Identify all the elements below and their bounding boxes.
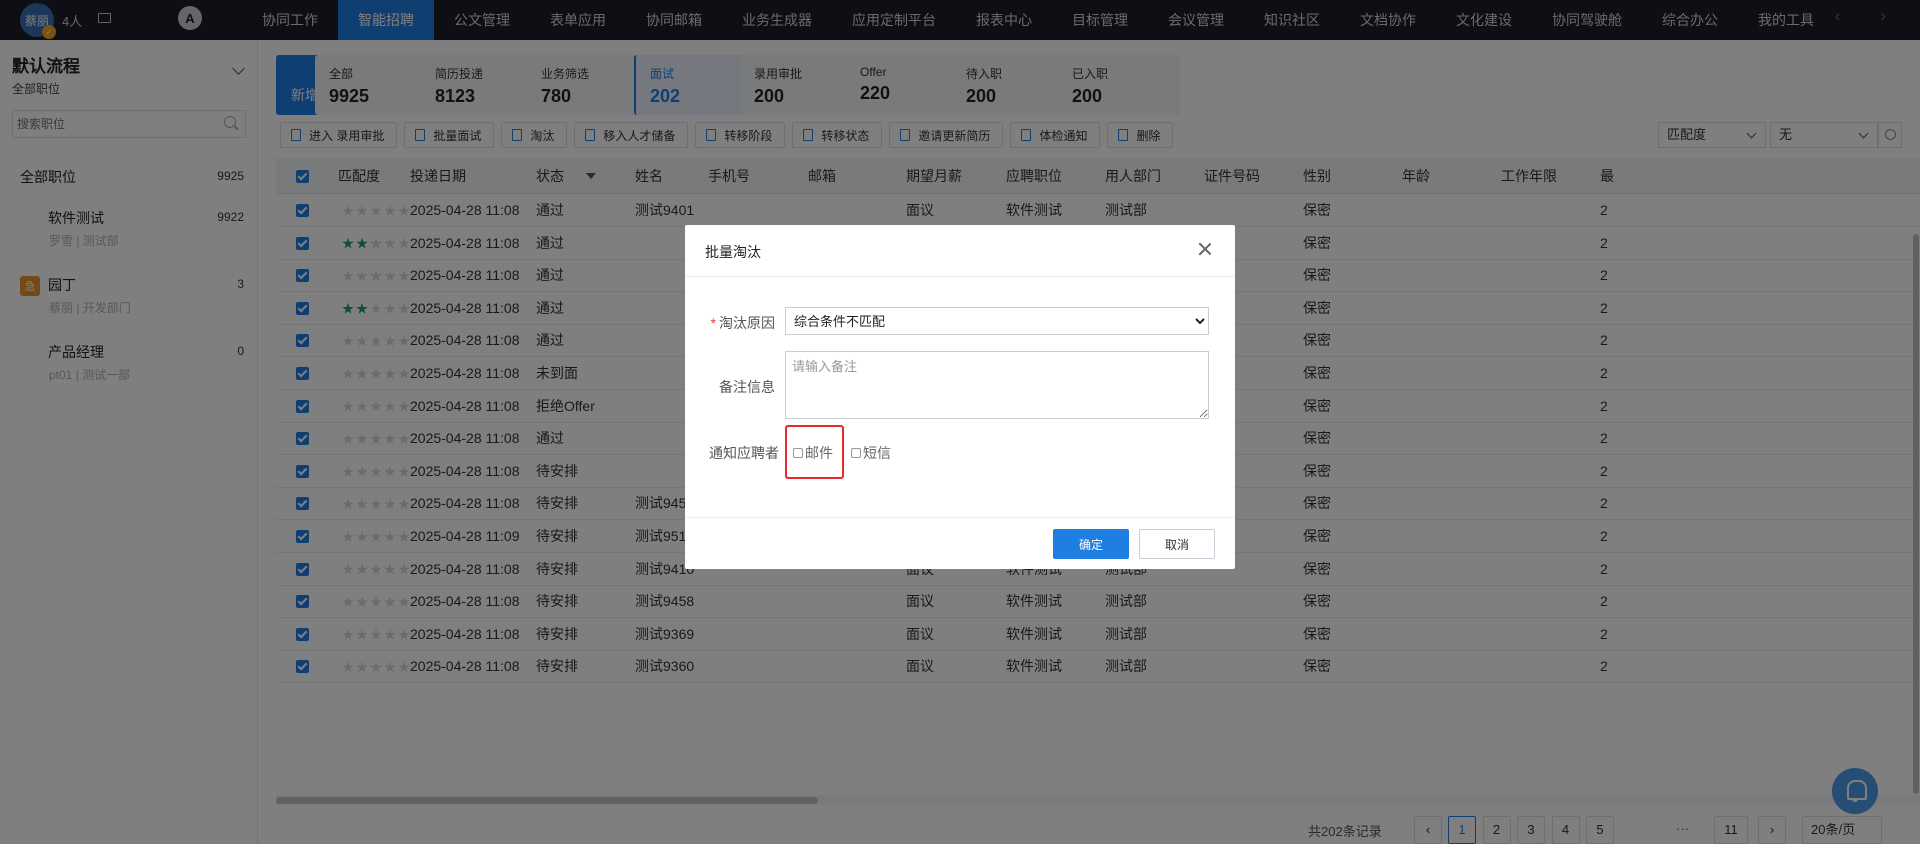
reason-select[interactable]: 综合条件不匹配 xyxy=(785,307,1209,335)
batch-eliminate-dialog: 批量淘汰 *淘汰原因 综合条件不匹配 备注信息 通知应聘者 邮件 短信 确定 取… xyxy=(685,225,1235,569)
cancel-button[interactable]: 取消 xyxy=(1139,529,1215,559)
highlight-box xyxy=(785,425,844,479)
divider xyxy=(685,276,1235,277)
divider xyxy=(685,517,1235,518)
reason-label: * 淘汰原因 xyxy=(685,313,775,333)
remark-textarea[interactable] xyxy=(785,351,1209,419)
checkbox-box[interactable] xyxy=(851,448,861,458)
remark-label: 备注信息 xyxy=(719,379,775,395)
close-icon[interactable] xyxy=(1197,241,1213,257)
dialog-title: 批量淘汰 xyxy=(705,244,761,260)
sms-checkbox[interactable]: 短信 xyxy=(851,443,891,463)
notify-label: 通知应聘者 xyxy=(709,445,779,461)
sms-checkbox-label: 短信 xyxy=(863,445,891,461)
required-mark: * xyxy=(710,315,716,331)
reason-label-text: 淘汰原因 xyxy=(719,315,775,331)
confirm-button[interactable]: 确定 xyxy=(1053,529,1129,559)
